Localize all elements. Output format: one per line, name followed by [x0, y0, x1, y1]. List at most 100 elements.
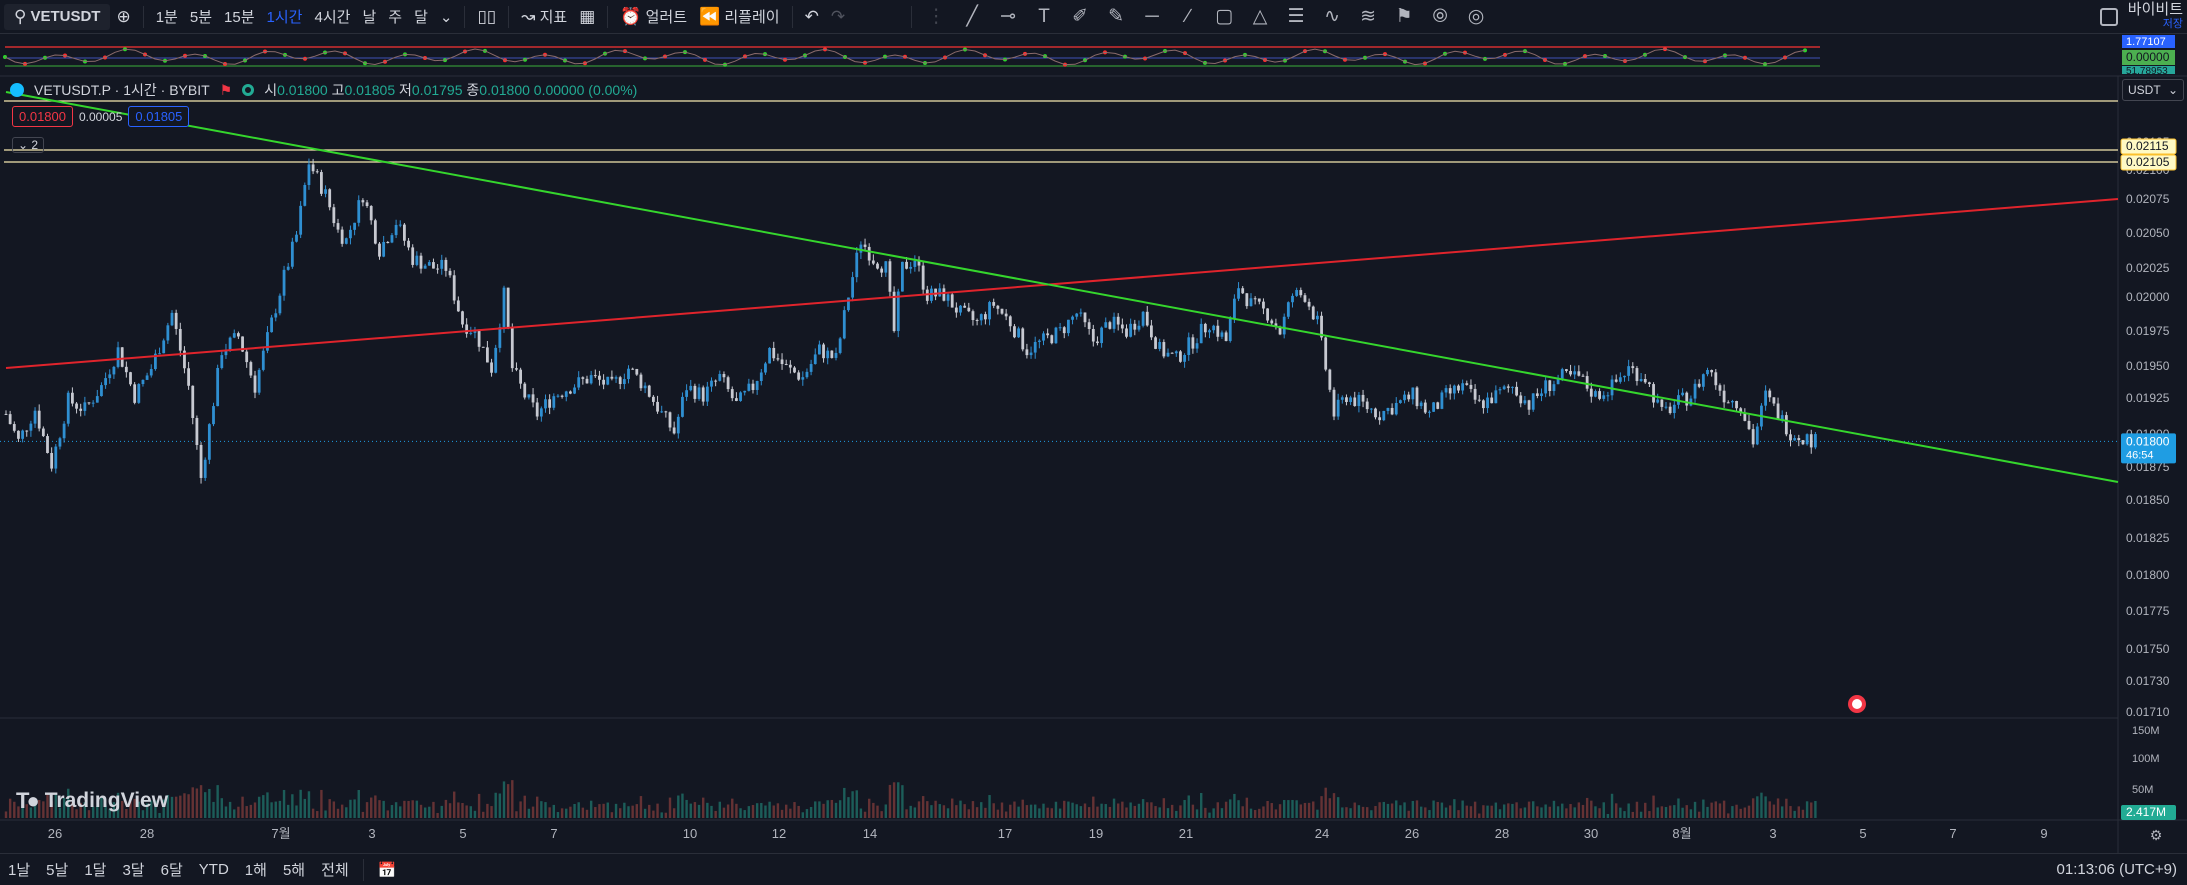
range-6m[interactable]: 6달	[153, 859, 191, 880]
settings-tool[interactable]: ◎	[1458, 5, 1494, 28]
alert-button[interactable]: ⏰ 얼러트	[614, 0, 693, 34]
volume-bar	[814, 801, 817, 818]
ray-tool[interactable]: ∕	[1170, 6, 1206, 28]
candle-body	[361, 200, 365, 203]
interval-5m[interactable]: 5분	[184, 0, 218, 34]
flag-icon[interactable]: ⚑	[220, 82, 233, 99]
range-1d[interactable]: 1날	[0, 859, 38, 880]
candle-body	[598, 375, 601, 380]
pattern-tool[interactable]: ∿	[1314, 5, 1350, 28]
broker-checkbox[interactable]	[2099, 8, 2118, 26]
volume-bar	[224, 806, 228, 818]
range-all[interactable]: 전체	[313, 859, 357, 880]
volume-bar	[1635, 801, 1639, 818]
candle-body	[373, 220, 377, 244]
interval-month[interactable]: 달	[408, 0, 434, 34]
triangle-icon: △	[1252, 6, 1268, 27]
interval-week[interactable]: 주	[382, 0, 408, 34]
flag-tool[interactable]: ⚑	[1386, 5, 1422, 28]
level-price-label: 0.02115	[2126, 139, 2169, 153]
currency-selector[interactable]: USDT ⌄	[2122, 79, 2184, 101]
range-5d[interactable]: 5날	[38, 859, 76, 880]
volume-bar	[1548, 806, 1551, 818]
volume-bar	[1021, 799, 1024, 818]
date-range-button[interactable]: 📅	[370, 861, 405, 879]
volume-bar	[295, 805, 298, 818]
volume-bar	[1324, 787, 1327, 818]
candle-body	[959, 305, 962, 313]
range-3m[interactable]: 3달	[114, 859, 152, 880]
broker-label[interactable]: 바이비트	[2128, 2, 2183, 17]
redo-button[interactable]: ↷	[825, 0, 851, 34]
volume-bar	[469, 806, 472, 818]
volume-bar	[1071, 802, 1074, 818]
elliott-tool[interactable]: ≋	[1350, 5, 1386, 28]
volume-bar	[448, 803, 452, 818]
ask-price-box[interactable]: 0.01805	[128, 106, 190, 127]
candle-body	[1793, 438, 1797, 441]
candle-body	[1224, 332, 1228, 341]
candle-body	[859, 244, 863, 253]
brush-tool[interactable]: ✐	[1062, 5, 1098, 28]
volume-bar	[1096, 806, 1099, 818]
volume-bar	[1212, 808, 1215, 818]
clock-timezone[interactable]: 01:13:06 (UTC+9)	[2057, 861, 2177, 878]
time-tick-label: 12	[772, 826, 786, 841]
volume-bar	[951, 798, 954, 818]
candle-body	[129, 372, 132, 385]
range-ytd[interactable]: YTD	[191, 861, 237, 878]
indicators-collapse-button[interactable]: ⌄ 2	[12, 137, 45, 153]
horizontal-line-tool[interactable]: ─	[1134, 6, 1170, 28]
interval-4h[interactable]: 4시간	[308, 0, 356, 34]
candle-body	[270, 317, 273, 333]
compare-add-button[interactable]: ⊕	[110, 0, 136, 34]
candle-body	[1747, 420, 1751, 430]
candle-body	[776, 358, 780, 360]
candle-body	[1432, 402, 1435, 412]
horizontal-ray-tool[interactable]: ⊸	[990, 5, 1026, 28]
candle-body	[1199, 323, 1203, 344]
chart-canvas[interactable]: 1.771070.0000051.78953 0.021250.021000.0…	[0, 34, 2187, 853]
replay-button[interactable]: ⏪ 리플레이	[693, 0, 786, 34]
text-tool[interactable]: T	[1026, 6, 1062, 28]
range-1y[interactable]: 1해	[237, 859, 275, 880]
candle-body	[556, 395, 560, 397]
interval-1h[interactable]: 1시간	[261, 0, 309, 34]
trend-line-tool[interactable]: ╱	[954, 5, 990, 28]
candle-body	[1212, 325, 1216, 331]
volume-bar	[1208, 812, 1211, 818]
range-1m[interactable]: 1달	[76, 859, 114, 880]
bid-price-box[interactable]: 0.01800	[12, 106, 73, 127]
volume-bar	[565, 808, 568, 818]
drag-handle-icon[interactable]: ⋮	[918, 5, 954, 28]
legend-symbol-line[interactable]: VETUSDT.P · 1시간 · BYBIT	[34, 80, 210, 100]
interval-dropdown-button[interactable]: ⌄	[434, 0, 459, 34]
volume-bar	[689, 803, 692, 818]
pencil-tool[interactable]: ✎	[1098, 5, 1134, 28]
volume-bar	[722, 807, 726, 818]
templates-button[interactable]: ▦	[573, 0, 601, 34]
undo-button[interactable]: ↶	[799, 0, 825, 34]
rectangle-tool[interactable]: ▢	[1206, 5, 1242, 28]
candle-body	[1033, 341, 1037, 353]
indicators-button[interactable]: ↝ 지표	[515, 0, 573, 34]
volume-bar	[1382, 801, 1385, 818]
symbol-search-button[interactable]: ⚲ VETUSDT	[4, 3, 111, 30]
volume-bar	[233, 809, 236, 818]
redo-icon: ↷	[830, 6, 846, 26]
interval-15m[interactable]: 15분	[218, 0, 261, 34]
fib-tool[interactable]: ☰	[1278, 5, 1314, 28]
interval-1m[interactable]: 1분	[150, 0, 184, 34]
interval-day[interactable]: 날	[356, 0, 382, 34]
candle-body	[452, 275, 456, 301]
chart-type-button[interactable]: ▯▯	[471, 0, 502, 34]
volume-bar	[668, 797, 672, 818]
broker-sub-label: 저장	[2162, 18, 2183, 30]
candle-body	[220, 355, 224, 368]
volume-bar	[1793, 810, 1796, 818]
share-tool[interactable]: ⦾	[1422, 6, 1458, 28]
range-5y[interactable]: 5해	[275, 859, 313, 880]
candle-body	[1531, 393, 1535, 410]
candle-body	[1735, 400, 1738, 409]
triangle-tool[interactable]: △	[1242, 5, 1278, 28]
